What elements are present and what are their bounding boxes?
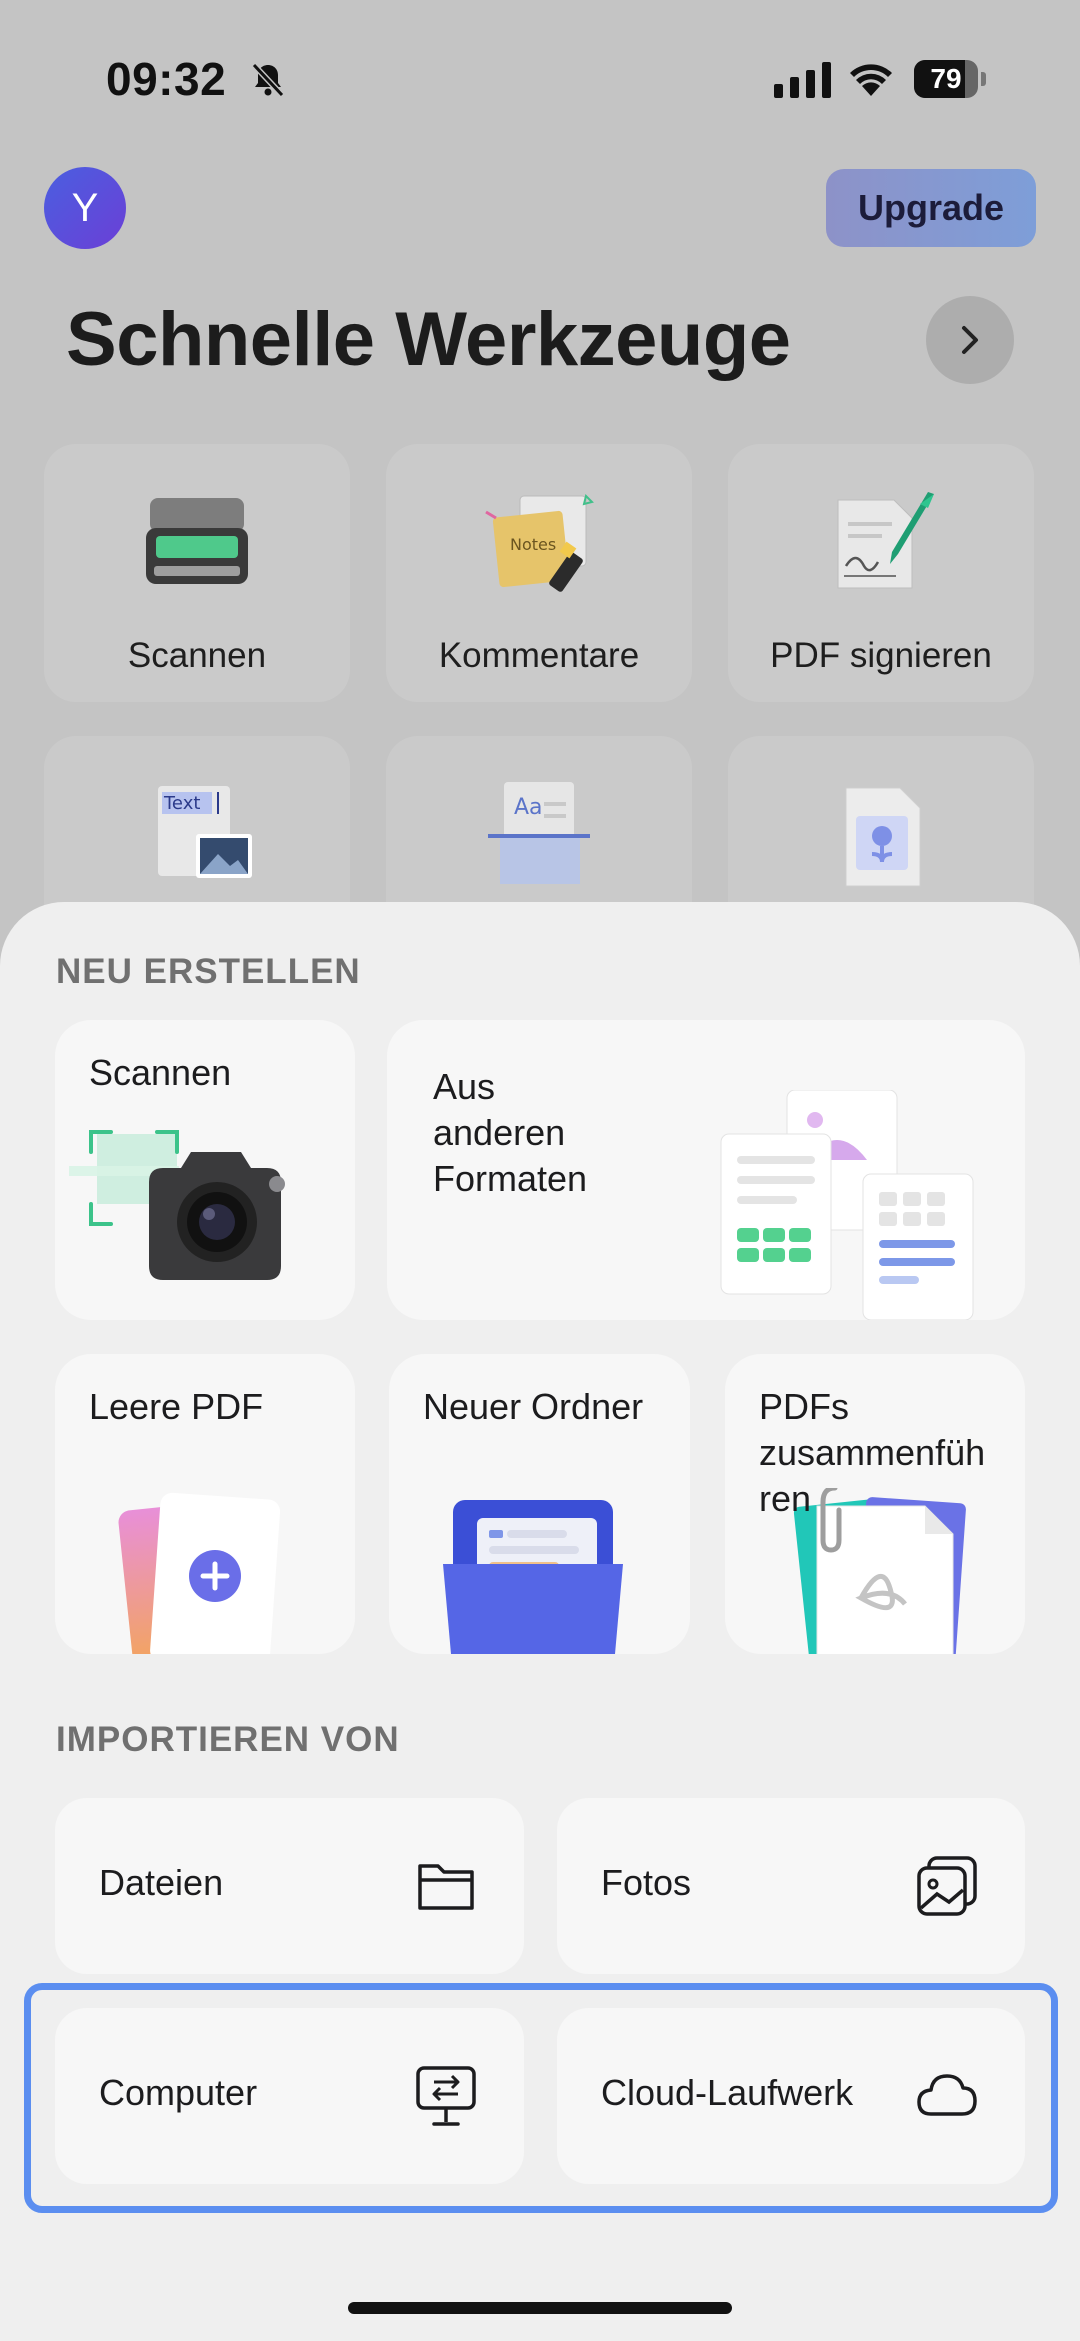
avatar[interactable]: Y [44, 167, 126, 249]
import-files-label: Dateien [99, 1862, 224, 1903]
bell-muted-icon [251, 62, 285, 98]
create-blank-pdf-label: Leere PDF [89, 1386, 264, 1427]
create-merge-pdfs-card[interactable]: PDFs zusammenfüh ren [725, 1354, 1025, 1654]
sign-pen-icon [837, 492, 934, 589]
wifi-icon [850, 64, 892, 96]
battery-indicator: 79 [914, 60, 986, 98]
scanner-icon [146, 498, 248, 584]
create-scan-label: Scannen [89, 1052, 232, 1093]
create-new-folder-card[interactable]: Neuer Ordner [389, 1354, 690, 1654]
svg-text:Notes: Notes [510, 535, 556, 554]
section-title-create: NEU ERSTELLEN [56, 952, 361, 991]
svg-text:Text: Text [163, 793, 200, 814]
battery-percent: 79 [930, 63, 962, 94]
folder-icon [443, 1500, 623, 1654]
cellular-signal-icon [774, 62, 831, 98]
text-image-icon: Text [158, 786, 252, 878]
upgrade-button[interactable]: Upgrade [826, 169, 1036, 247]
create-merge-label: PDFs zusammenfüh ren [759, 1386, 986, 1519]
blank-pdf-plus-icon [118, 1492, 281, 1654]
photos-icon [917, 1856, 977, 1916]
document-formats-icon [720, 1090, 974, 1320]
notes-icon: Notes [485, 494, 594, 592]
status-time: 09:32 [106, 53, 227, 105]
chevron-right-icon [962, 326, 978, 354]
home-indicator [348, 2302, 732, 2314]
tool-scan[interactable]: Scannen [44, 444, 350, 702]
create-blank-pdf-card[interactable]: Leere PDF [55, 1354, 355, 1654]
selection-highlight [24, 1983, 1058, 2213]
create-from-formats-card[interactable]: Aus anderen Formaten [387, 1020, 1025, 1320]
tool-label: PDF signieren [770, 636, 992, 675]
tool-comments[interactable]: Notes Kommentare [386, 444, 692, 702]
tool-label: Scannen [127, 636, 267, 675]
create-new-folder-label: Neuer Ordner [423, 1386, 644, 1427]
folder-outline-icon [418, 1864, 474, 1910]
section-title-import: IMPORTIEREN VON [56, 1720, 400, 1759]
create-formats-label: Aus anderen Formaten [433, 1066, 588, 1199]
typography-icon: Aa [488, 782, 590, 884]
tools-more-button[interactable] [926, 296, 1014, 384]
camera-scan-icon [69, 1130, 285, 1280]
create-scan-card[interactable]: Scannen [55, 1020, 355, 1320]
status-bar: 09:32 79 [0, 0, 1080, 150]
import-photos-label: Fotos [601, 1862, 692, 1903]
page-title: Schnelle Werkzeuge [66, 297, 791, 382]
tool-label: Kommentare [438, 636, 640, 675]
import-photos-button[interactable]: Fotos [557, 1798, 1025, 1974]
import-files-button[interactable]: Dateien [55, 1798, 524, 1974]
svg-text:Aa: Aa [514, 795, 543, 820]
tool-sign-pdf[interactable]: PDF signieren [728, 444, 1034, 702]
image-file-icon [845, 787, 921, 887]
